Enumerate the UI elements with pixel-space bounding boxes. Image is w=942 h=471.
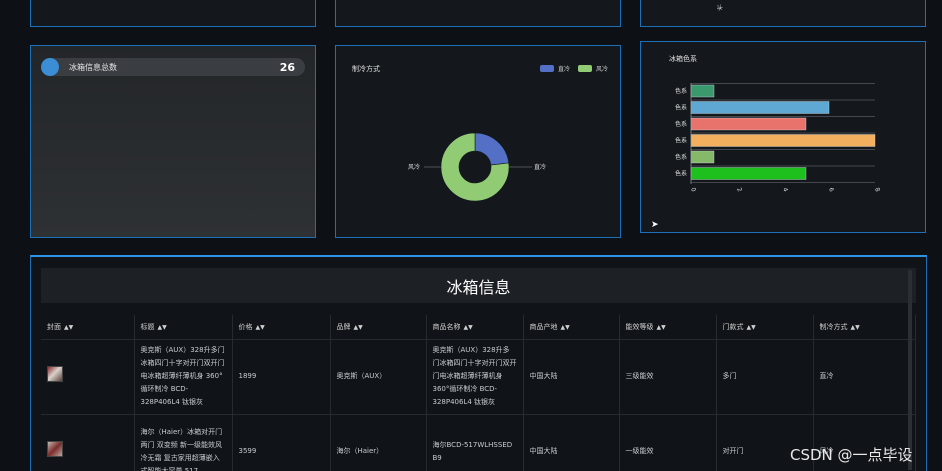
table-header-row: 封面 ▲▼ 标题 ▲▼ 价格 ▲▼ 品牌 ▲▼ 商品名称 ▲▼ 商品产地 ▲▼ 能效等级 ▲▼… <box>41 315 916 340</box>
bar-2[interactable] <box>690 117 807 131</box>
total-count-panel: 冰箱信息总数 26 <box>30 45 316 238</box>
cell-origin: 中国大陆 <box>523 414 620 471</box>
table-row[interactable]: 海尔（Haier）冰箱对开门两门 双变频 新一级能效风冷无霜 复古家用超薄嵌入式… <box>41 414 916 471</box>
total-count-label: 冰箱信息总数 <box>69 62 117 72</box>
cell-cover <box>41 414 135 471</box>
x-tick-label: 8 <box>873 187 881 193</box>
fridge-info-panel: 冰箱信息 封面 ▲▼ 标题 ▲▼ 价格 ▲▼ 品牌 ▲▼ 商品名称 ▲▼ 商品产地 ▲▼ 能… <box>30 255 927 471</box>
table-row[interactable]: 奥克斯（AUX）328升多门冰箱四门十字对开门双开门电冰箱超薄纤薄机身 360°… <box>41 339 916 415</box>
pie-slice-0[interactable] <box>474 132 510 166</box>
cell-price: 1899 <box>232 339 331 415</box>
col-energy[interactable]: 能效等级 ▲▼ <box>619 315 717 340</box>
table-scrollbar[interactable] <box>908 270 912 470</box>
top-panel-right: 冰 <box>640 0 926 27</box>
total-count-row: 冰箱信息总数 26 <box>41 58 305 76</box>
cell-brand: 海尔（Haier） <box>330 414 427 471</box>
sort-icon[interactable]: ▲▼ <box>158 324 167 331</box>
bar-category-label: 色系 <box>675 153 687 161</box>
cell-cooling: 直冷 <box>813 339 916 415</box>
bar-category-label: 色系 <box>675 170 687 178</box>
top-panel-right-label: 冰 <box>714 3 724 12</box>
top-panel-left <box>30 0 316 27</box>
pie-label-left: 风冷 <box>408 163 420 171</box>
sort-icon[interactable]: ▲▼ <box>747 324 756 331</box>
col-door[interactable]: 门款式 ▲▼ <box>716 315 814 340</box>
csdn-watermark: CSDN @一点毕设 <box>790 446 913 464</box>
sort-icon[interactable]: ▲▼ <box>464 324 473 331</box>
top-panel-middle <box>335 0 621 27</box>
bar-0[interactable] <box>690 84 715 98</box>
fridge-thumbnail[interactable] <box>47 366 63 382</box>
col-name[interactable]: 商品名称 ▲▼ <box>426 315 524 340</box>
col-cooling[interactable]: 制冷方式 ▲▼ <box>813 315 916 340</box>
bar-category-label: 色系 <box>675 120 687 128</box>
sort-icon[interactable]: ▲▼ <box>851 324 860 331</box>
cell-name: 奥克斯（AUX）328升多门冰箱四门十字对开门双开门电冰箱超薄纤薄机身 360°… <box>426 339 524 415</box>
bar-4[interactable] <box>690 150 715 164</box>
mouse-cursor-icon: ➤ <box>651 220 659 230</box>
cell-name: 海尔BCD-517WLHSSED B9 <box>426 414 524 471</box>
x-tick-label: 6 <box>827 187 835 193</box>
x-tick-label: 0 <box>689 187 697 193</box>
fridge-info-title: 冰箱信息 <box>41 268 916 303</box>
pie-label-right: 直冷 <box>534 163 546 171</box>
color-series-panel: 冰箱色系 色系 色系 色系 色系 色系 色系 0 2 4 6 8 ➤ <box>640 41 926 233</box>
cell-price: 3599 <box>232 414 331 471</box>
col-origin[interactable]: 商品产地 ▲▼ <box>523 315 620 340</box>
total-count-value: 26 <box>279 60 295 74</box>
cell-energy: 三级能效 <box>619 339 717 415</box>
bar-1[interactable] <box>690 101 830 114</box>
cell-title: 海尔（Haier）冰箱对开门两门 双变频 新一级能效风冷无霜 复古家用超薄嵌入式… <box>134 414 233 471</box>
bar-3[interactable] <box>690 134 876 147</box>
bar-5[interactable] <box>690 167 807 180</box>
fridge-thumbnail[interactable] <box>47 441 63 457</box>
col-price[interactable]: 价格 ▲▼ <box>232 315 331 340</box>
x-tick-label: 4 <box>781 187 789 193</box>
cell-energy: 一级能效 <box>619 414 717 471</box>
col-cover[interactable]: 封面 ▲▼ <box>41 315 135 340</box>
bar-category-label: 色系 <box>675 87 687 95</box>
sort-icon[interactable]: ▲▼ <box>561 324 570 331</box>
cell-door: 多门 <box>716 339 814 415</box>
cell-origin: 中国大陆 <box>523 339 620 415</box>
cooling-pie-chart: 风冷 直冷 <box>408 132 546 202</box>
cell-brand: 奥克斯（AUX） <box>330 339 427 415</box>
col-title[interactable]: 标题 ▲▼ <box>134 315 233 340</box>
sort-icon[interactable]: ▲▼ <box>657 324 666 331</box>
cell-cover <box>41 339 135 415</box>
fridge-table: 封面 ▲▼ 标题 ▲▼ 价格 ▲▼ 品牌 ▲▼ 商品名称 ▲▼ 商品产地 ▲▼ 能效等级 ▲▼… <box>41 315 916 471</box>
cell-title: 奥克斯（AUX）328升多门冰箱四门十字对开门双开门电冰箱超薄纤薄机身 360°… <box>134 339 233 415</box>
sort-icon[interactable]: ▲▼ <box>354 324 363 331</box>
cooling-type-panel: 制冷方式 直冷 风冷 风冷 直冷 <box>335 45 621 238</box>
bar-category-label: 色系 <box>675 137 687 145</box>
x-tick-label: 2 <box>735 187 743 193</box>
col-brand[interactable]: 品牌 ▲▼ <box>330 315 427 340</box>
sort-icon[interactable]: ▲▼ <box>64 324 73 331</box>
color-bar-chart: 色系色系色系色系色系色系0 2 4 6 8 <box>675 83 881 193</box>
dot-icon <box>41 58 59 76</box>
bar-category-label: 色系 <box>675 104 687 112</box>
sort-icon[interactable]: ▲▼ <box>256 324 265 331</box>
